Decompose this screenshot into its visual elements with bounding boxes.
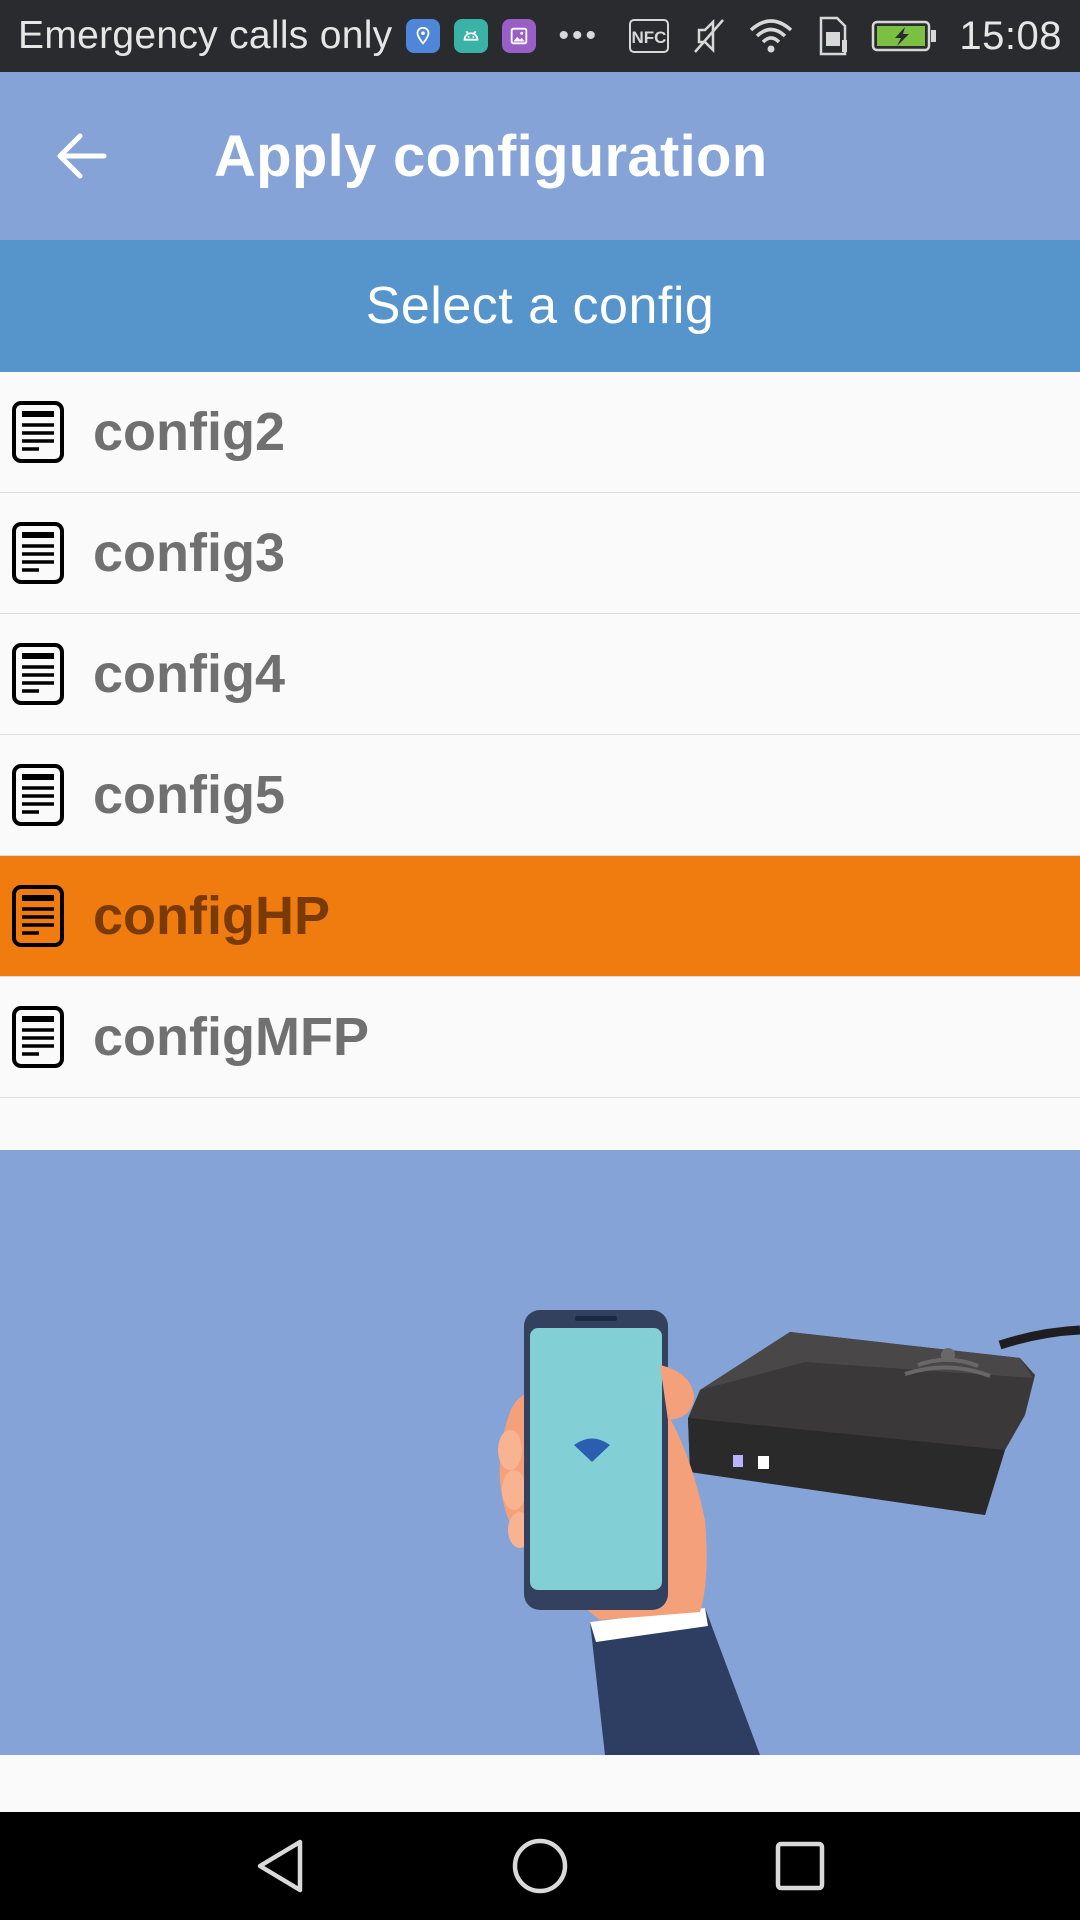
arrow-left-icon [57,133,107,179]
carrier-status: Emergency calls only [18,14,393,57]
config-label: config3 [93,523,286,583]
config-list-item[interactable]: config2 [0,372,1080,493]
nfc-reader-icon [688,1332,1035,1515]
sim-icon [820,16,848,56]
app-bar: Apply configuration [0,72,1080,240]
config-label: config4 [93,644,286,704]
config-list-item[interactable]: config5 [0,735,1080,856]
battery-charging-icon [872,20,937,52]
nfc-icon: NFC [629,19,670,53]
document-icon [12,764,64,826]
location-icon [406,19,441,53]
config-list-item[interactable]: config3 [0,493,1080,614]
config-label: configMFP [93,1007,369,1067]
back-triangle-icon [257,1839,303,1893]
document-icon [12,401,64,463]
clock: 15:08 [959,13,1062,58]
document-icon [12,885,64,947]
config-list-item-selected[interactable]: configHP [0,856,1080,977]
section-header: Select a config [0,240,1080,372]
document-icon [12,522,64,584]
config-list-item[interactable]: config4 [0,614,1080,735]
nav-back-button[interactable] [240,1826,320,1906]
config-list: config2 config3 config4 config5 configHP… [0,372,1080,1098]
config-list-item[interactable]: configMFP [0,977,1080,1098]
config-label: config5 [93,765,286,825]
phone-reader-image [498,1310,1080,1755]
reader-cable [998,1325,1080,1350]
document-icon [12,1006,64,1068]
gallery-icon [502,19,537,53]
nav-home-button[interactable] [500,1826,580,1906]
more-notifications-icon: ••• [558,19,599,52]
page-title: Apply configuration [214,123,768,189]
config-label: config2 [93,402,286,462]
nfc-tap-illustration [0,1150,1080,1755]
config-label: configHP [93,886,330,946]
home-circle-icon [512,1838,568,1894]
status-icons: NFC 15:08 [629,14,1062,59]
recents-square-icon [775,1841,825,1891]
nav-recents-button[interactable] [760,1826,840,1906]
android-icon [454,19,489,53]
back-button[interactable] [22,96,142,216]
wifi-icon [750,19,793,53]
navigation-bar [0,1812,1080,1920]
document-icon [12,643,64,705]
svg-text:NFC: NFC [632,28,667,47]
vibrate-mute-icon [694,18,725,54]
status-bar: Emergency calls only ••• NFC 15:08 [0,0,1080,72]
sleeve-illustration [590,1608,760,1755]
